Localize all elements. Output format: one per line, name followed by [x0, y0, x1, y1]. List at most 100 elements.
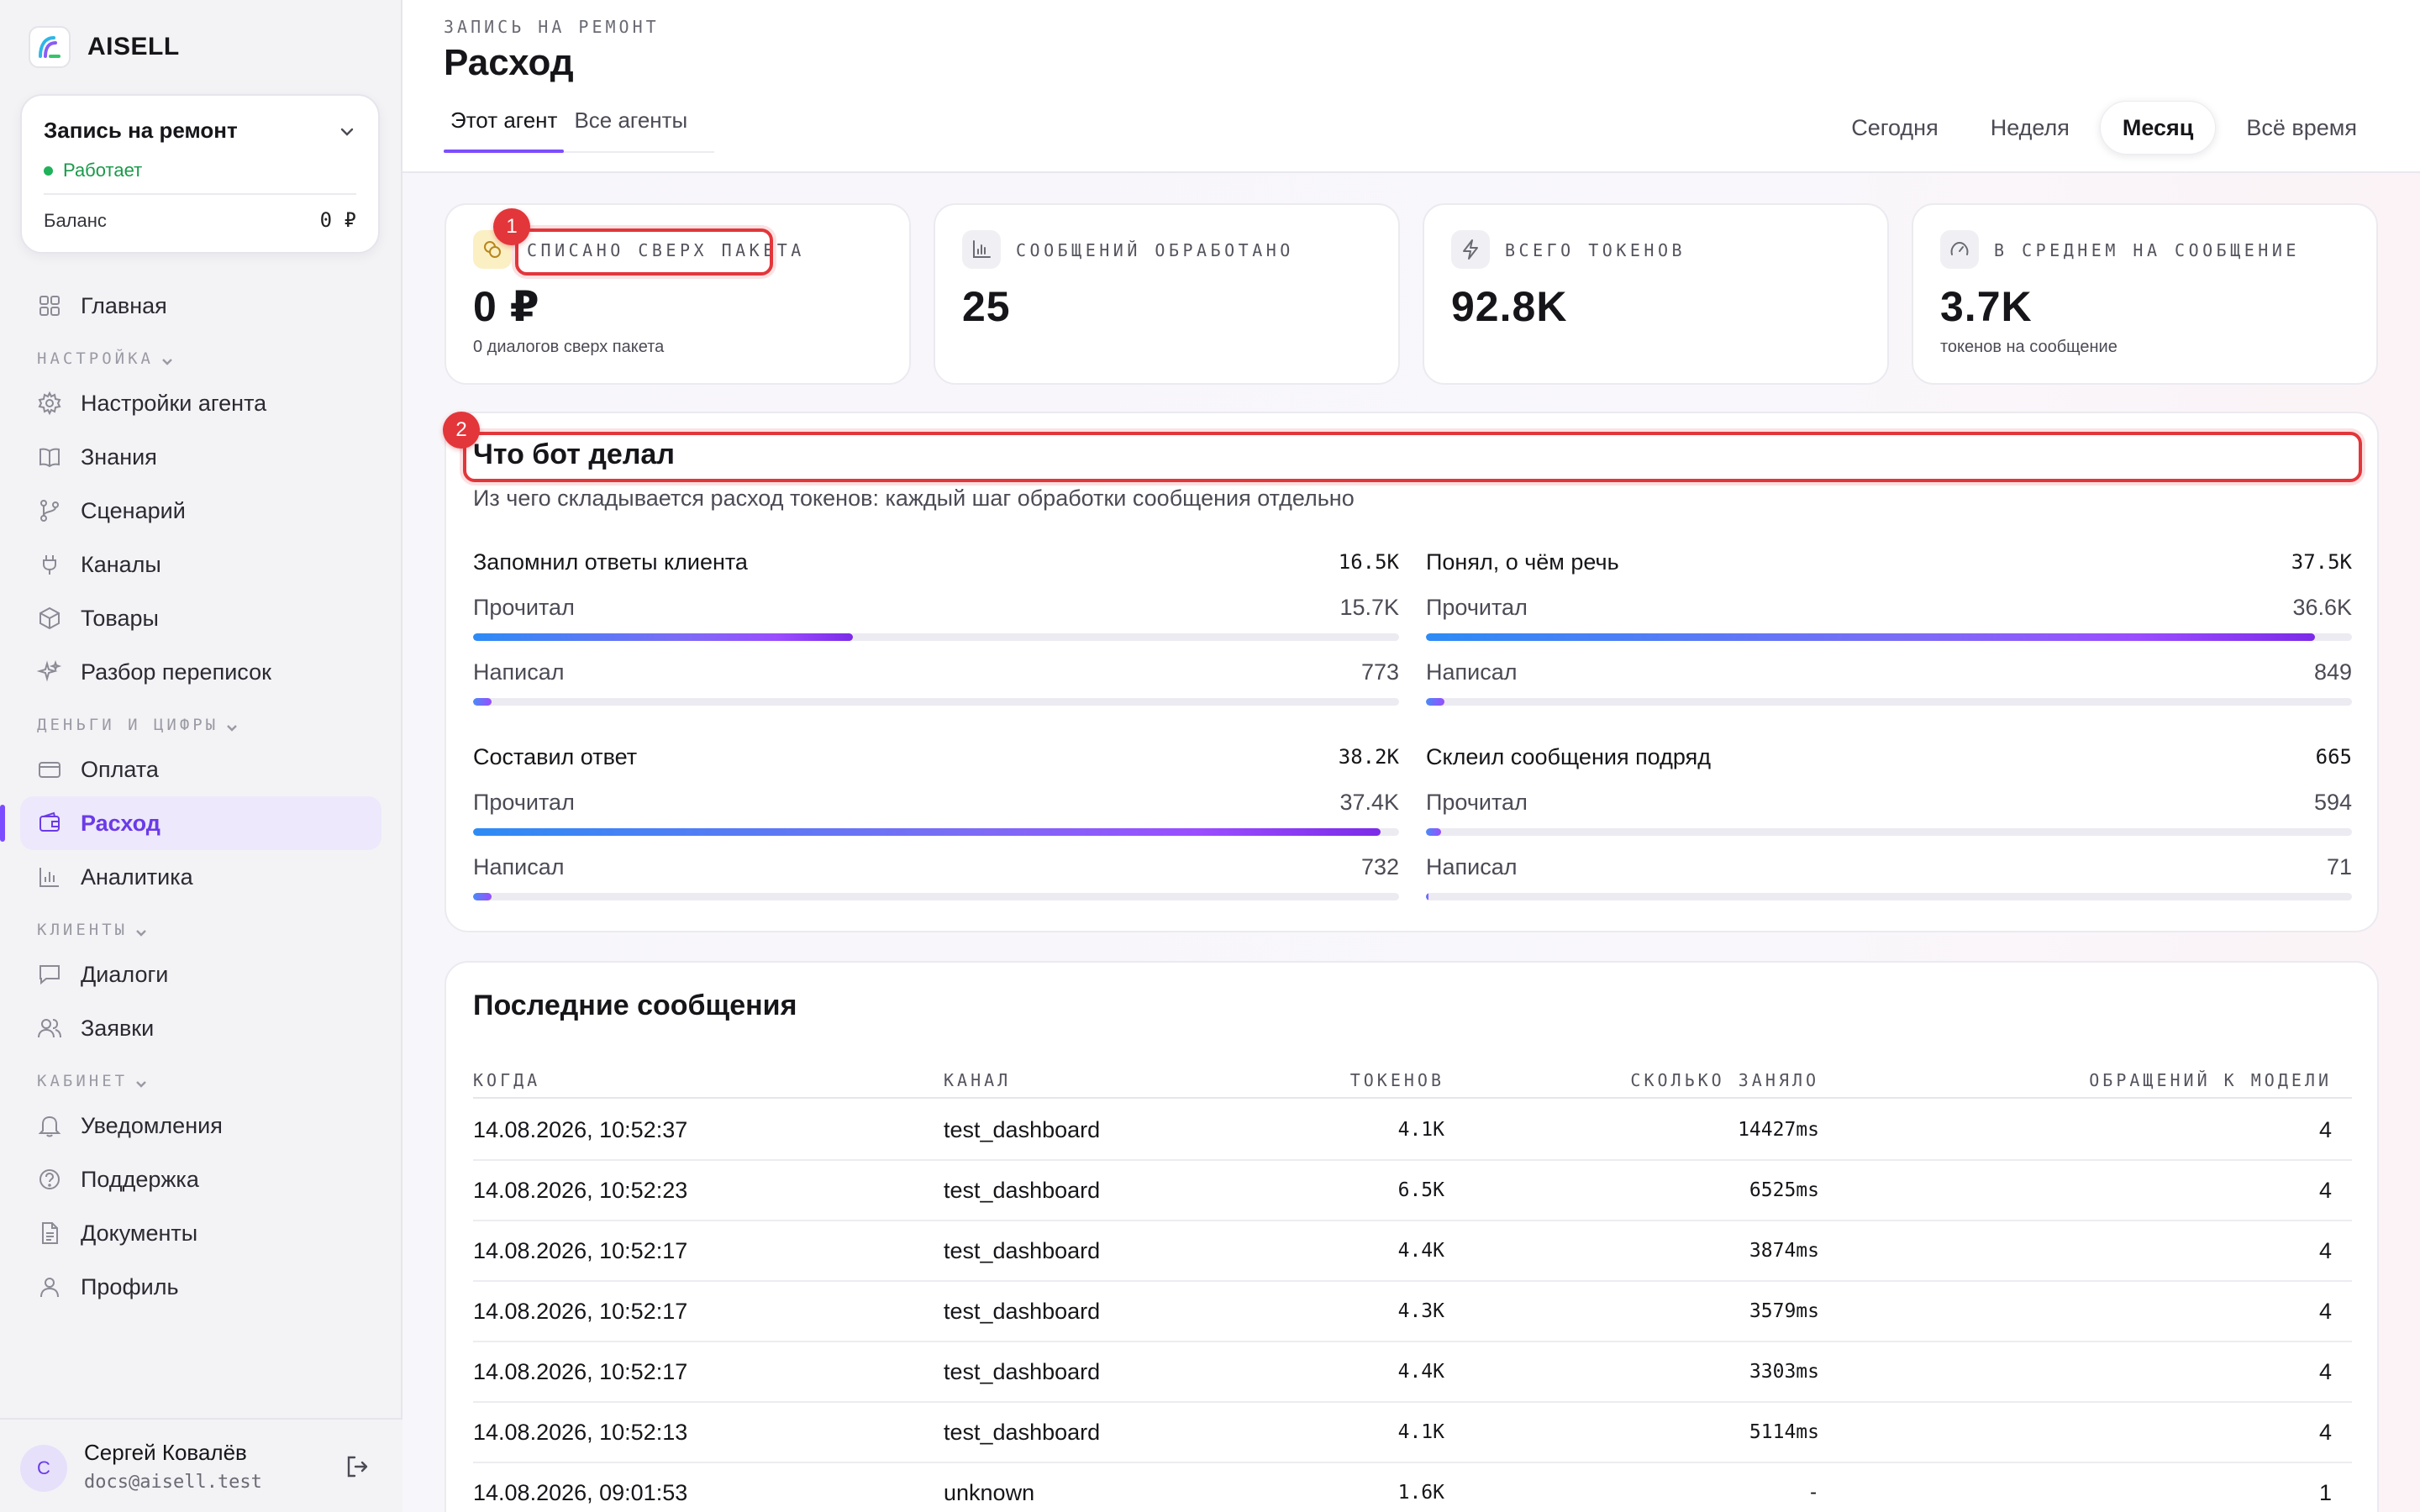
sidebar-item-profile[interactable]: Профиль: [20, 1260, 381, 1314]
section-label: НАСТРОЙКА: [37, 349, 154, 368]
tab-this-agent[interactable]: Этот агент: [444, 101, 565, 153]
tab-all-agents[interactable]: Все агенты: [567, 101, 694, 153]
book-icon: [39, 448, 60, 468]
sidebar: AISELL Запись на ремонт Работает Баланс …: [0, 0, 402, 1512]
cell-channel: test_dashboard: [944, 1117, 1101, 1142]
progress-fill: [1426, 893, 1428, 900]
sidebar-item-knowledge[interactable]: Знания: [20, 430, 381, 484]
wrote-value: 71: [2326, 853, 2352, 879]
balance-value: 0 ₽: [319, 208, 356, 232]
table-row[interactable]: 14.08.2026, 10:52:17 test_dashboard 4.3K 35…: [473, 1282, 2352, 1342]
table-row[interactable]: 14.08.2026, 10:52:23 test_dashboard 6.5K 65…: [473, 1161, 2352, 1221]
column-header[interactable]: ОБРАЩЕНИЙ К МОДЕЛИ: [2089, 1070, 2332, 1090]
cell-channel: test_dashboard: [944, 1359, 1101, 1384]
sidebar-item-notifications[interactable]: Уведомления: [20, 1099, 381, 1152]
table-row[interactable]: 14.08.2026, 09:01:53 unknown 1.6K - 1: [473, 1463, 2352, 1512]
period-today[interactable]: Сегодня: [1829, 101, 1960, 155]
sidebar-item-label: Главная: [81, 292, 167, 318]
column-header[interactable]: КАНАЛ: [944, 1070, 1011, 1090]
cell-tokens: 4.1K: [1397, 1421, 1444, 1443]
sidebar-item-label: Каналы: [81, 551, 161, 577]
brand-name: AISELL: [87, 33, 180, 60]
table-row[interactable]: 14.08.2026, 10:52:17 test_dashboard 4.4K 33…: [473, 1342, 2352, 1403]
sidebar-item-home[interactable]: Главная: [20, 279, 381, 333]
group-total: 38.2K: [1338, 745, 1399, 769]
read-label: Прочитал: [1426, 789, 1528, 815]
user-email: docs@aisell.test: [84, 1472, 262, 1493]
cell-tokens: 4.1K: [1397, 1119, 1444, 1141]
wrote-progress-bar: [473, 698, 1399, 706]
credit-card-icon: [39, 762, 60, 778]
bell-icon: [38, 1116, 61, 1137]
sidebar-item-scenario[interactable]: Сценарий: [20, 484, 381, 538]
status-dot-icon: [44, 165, 53, 176]
stat-subtitle: 0 диалогов сверх пакета: [473, 338, 665, 356]
page-title: Расход: [444, 42, 574, 83]
chevron-down-icon[interactable]: [338, 123, 356, 141]
cell-channel: test_dashboard: [944, 1238, 1101, 1263]
sidebar-item-expense[interactable]: Расход: [0, 796, 381, 850]
cell-channel: test_dashboard: [944, 1420, 1101, 1445]
wrote-value: 732: [1360, 853, 1399, 879]
nav-section-account[interactable]: КАБИНЕТ: [20, 1055, 381, 1099]
wrote-progress-bar: [1426, 698, 2352, 706]
column-header[interactable]: КОГДА: [473, 1070, 540, 1090]
chevron-down-icon: [227, 725, 238, 732]
sidebar-item-payment[interactable]: Оплата: [20, 743, 381, 796]
brand[interactable]: AISELL: [29, 25, 180, 69]
sidebar-item-support[interactable]: Поддержка: [20, 1152, 381, 1206]
group-title: Склеил сообщения подряд: [1426, 743, 1711, 769]
column-header[interactable]: ТОКЕНОВ: [1350, 1070, 1444, 1090]
read-progress-bar: [1426, 633, 2352, 641]
section-label: КЛИЕНТЫ: [37, 921, 129, 939]
sidebar-item-label: Документы: [81, 1220, 198, 1246]
nav-section-settings[interactable]: НАСТРОЙКА: [20, 333, 381, 376]
divider: [44, 193, 356, 195]
sidebar-item-review[interactable]: Разбор переписок: [20, 645, 381, 699]
gear-icon: [38, 391, 61, 416]
sidebar-item-documents[interactable]: Документы: [20, 1206, 381, 1260]
group-total: 37.5K: [2291, 550, 2352, 574]
sidebar-item-dialogs[interactable]: Диалоги: [20, 948, 381, 1001]
cell-duration: -: [1807, 1482, 1819, 1504]
sidebar-item-label: Расход: [81, 810, 160, 836]
cell-calls: 4: [2318, 1238, 2332, 1263]
sidebar-item-label: Товары: [81, 605, 159, 631]
user-icon: [40, 1278, 59, 1298]
wrote-progress-bar: [473, 893, 1399, 900]
period-month[interactable]: Месяц: [2099, 101, 2217, 155]
sidebar-item-label: Профиль: [81, 1273, 179, 1299]
table-row[interactable]: 14.08.2026, 10:52:13 test_dashboard 4.1K 51…: [473, 1403, 2352, 1463]
branch-icon: [40, 500, 59, 522]
cell-duration: 3579ms: [1749, 1300, 1819, 1322]
stat-card-tokens: ВСЕГО ТОКЕНОВ 92.8K: [1423, 203, 1889, 385]
nav-section-clients[interactable]: КЛИЕНТЫ: [20, 904, 381, 948]
period-all-time[interactable]: Всё время: [2224, 101, 2379, 155]
period-week[interactable]: Неделя: [1969, 101, 2091, 155]
sidebar-item-analytics[interactable]: Аналитика: [20, 850, 381, 904]
avatar[interactable]: С: [20, 1445, 67, 1492]
sidebar-item-agent-settings[interactable]: Настройки агента: [20, 376, 381, 430]
logout-icon[interactable]: [344, 1453, 371, 1480]
cell-when: 14.08.2026, 10:52:13: [473, 1420, 688, 1445]
stat-value: 25: [962, 283, 1011, 330]
read-progress-bar: [473, 633, 1399, 641]
read-label: Прочитал: [473, 789, 575, 815]
box-icon: [39, 606, 60, 630]
sidebar-item-requests[interactable]: Заявки: [20, 1001, 381, 1055]
agent-selector[interactable]: Запись на ремонт Работает Баланс 0 ₽: [20, 94, 380, 254]
column-header[interactable]: СКОЛЬКО ЗАНЯЛО: [1630, 1070, 1819, 1090]
breakdown-group: Составил ответ 38.2K Прочитал 37.4K Написа…: [473, 743, 1399, 900]
table-row[interactable]: 14.08.2026, 10:52:37 test_dashboard 4.1K 14…: [473, 1100, 2352, 1161]
gauge-icon: [1940, 230, 1979, 269]
sidebar-item-label: Знания: [81, 444, 157, 470]
sidebar-item-label: Оплата: [81, 756, 159, 782]
progress-fill: [473, 828, 1381, 836]
read-value: 36.6K: [2292, 594, 2352, 620]
table-row[interactable]: 14.08.2026, 10:52:17 test_dashboard 4.4K 38…: [473, 1221, 2352, 1282]
nav-section-money[interactable]: ДЕНЬГИ И ЦИФРЫ: [20, 699, 381, 743]
sidebar-item-channels[interactable]: Каналы: [20, 538, 381, 591]
stat-card-average: В СРЕДНЕМ НА СООБЩЕНИЕ 3.7K токенов на с…: [1912, 203, 2378, 385]
sparkles-icon: [37, 659, 62, 682]
sidebar-item-products[interactable]: Товары: [20, 591, 381, 645]
